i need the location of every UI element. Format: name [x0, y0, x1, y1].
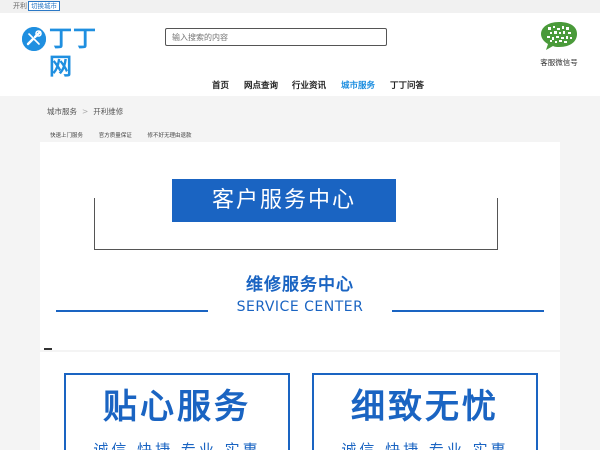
nav-item-city-service[interactable]: 城市服务: [341, 78, 375, 94]
site-logo[interactable]: 丁丁网: [22, 25, 118, 80]
nav-item-news[interactable]: 行业资讯: [292, 78, 326, 94]
service-tags: 快速上门服务 官方质量保证 修不好无理由退款: [50, 131, 206, 139]
nav-item-qa[interactable]: 丁丁问答: [390, 78, 424, 94]
feature-card-caring: 贴心服务 诚信 快捷 专业 实惠: [64, 373, 290, 450]
feature-title: 细致无忧: [351, 387, 499, 427]
logo-text: 丁丁网: [49, 26, 97, 80]
feature-subtitle: 诚信 快捷 专业 实惠: [93, 441, 261, 450]
feature-title: 贴心服务: [103, 387, 251, 427]
banner-title: 维修服务中心: [246, 275, 354, 295]
tag-quality: 官方质量保证: [98, 133, 132, 139]
divider-mark: [44, 348, 52, 350]
breadcrumb-item-current: 开利维修: [93, 107, 124, 116]
switch-city-button[interactable]: 切换城市: [28, 1, 60, 11]
tag-refund: 修不好无理由退款: [147, 133, 192, 139]
main-nav: 首页 网点查询 行业资讯 城市服务 丁丁问答: [0, 78, 600, 94]
breadcrumb-separator: >: [82, 107, 89, 116]
qr-label: 客服微信号: [540, 58, 578, 67]
nav-item-home[interactable]: 首页: [212, 78, 229, 94]
search-input[interactable]: [165, 28, 387, 46]
nav-item-outlets[interactable]: 网点查询: [244, 78, 278, 94]
feature-subtitle: 诚信 快捷 专业 实惠: [341, 441, 509, 450]
tag-fast-service: 快速上门服务: [50, 133, 84, 139]
feature-card-worry-free: 细致无忧 诚信 快捷 专业 实惠: [312, 373, 538, 450]
breadcrumb: 城市服务 > 开利维修: [47, 106, 123, 117]
current-city: 开利: [13, 2, 27, 10]
banner-headline: 客户服务中心: [172, 179, 396, 222]
wechat-qr-icon: [541, 20, 577, 52]
wrench-logo-icon: [22, 27, 46, 51]
breadcrumb-item-city-service[interactable]: 城市服务: [47, 107, 77, 116]
service-banner: 客户服务中心 维修服务中心 SERVICE CENTER: [40, 142, 560, 350]
top-bar: 开利 切换城市: [0, 0, 600, 13]
banner-subtitle: SERVICE CENTER: [236, 299, 364, 315]
